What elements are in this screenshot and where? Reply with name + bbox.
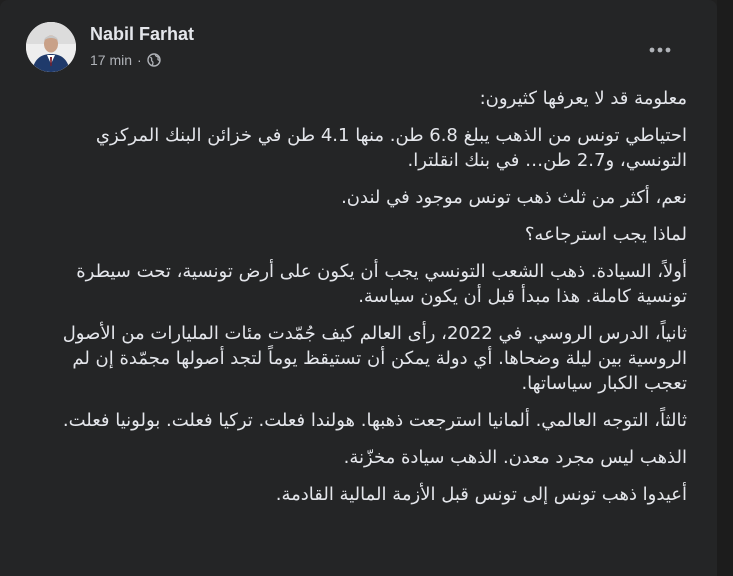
post-meta: 17 min ·	[90, 52, 161, 68]
avatar-image	[26, 22, 76, 72]
author-name[interactable]: Nabil Farhat	[90, 24, 194, 45]
post-paragraph: احتياطي تونس من الذهب يبلغ 6.8 طن. منها …	[95, 125, 687, 171]
post-paragraph: لماذا يجب استرجاعه؟	[524, 224, 687, 245]
post-header: Nabil Farhat 17 min ·	[20, 20, 700, 78]
globe-icon[interactable]	[147, 53, 161, 67]
post-paragraph: نعم، أكثر من ثلث ذهب تونس موجود في لندن.	[341, 187, 687, 208]
post-paragraph: معلومة قد لا يعرفها كثيرون:	[479, 88, 687, 109]
post-body: معلومة قد لا يعرفها كثيرون: احتياطي تونس…	[47, 86, 687, 519]
window-edge	[717, 0, 733, 576]
post-paragraph: ثالثاً، التوجه العالمي. ألمانيا استرجعت …	[62, 410, 687, 431]
author-avatar[interactable]	[26, 22, 76, 72]
post-time[interactable]: 17 min	[90, 52, 132, 68]
post-paragraph: أعيدوا ذهب تونس إلى تونس قبل الأزمة الما…	[275, 484, 687, 505]
post-card: Nabil Farhat 17 min · معلومة قد لا يعرفه…	[0, 0, 717, 576]
post-paragraph: أولاً، السيادة. ذهب الشعب التونسي يجب أن…	[76, 261, 687, 307]
more-options-icon[interactable]	[642, 32, 678, 68]
meta-separator: ·	[137, 52, 142, 68]
post-paragraph: الذهب ليس مجرد معدن. الذهب سيادة مخزّنة.	[343, 447, 687, 468]
post-paragraph: ثانياً، الدرس الروسي. في 2022، رأى العال…	[62, 323, 687, 394]
